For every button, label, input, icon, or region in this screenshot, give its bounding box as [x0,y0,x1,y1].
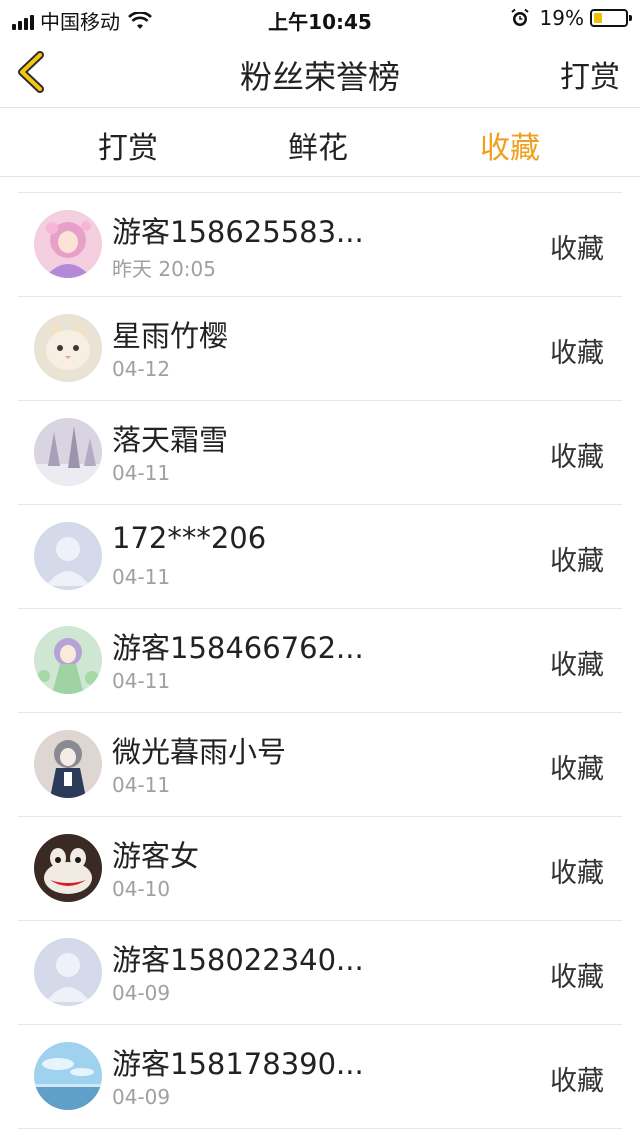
avatar [34,210,102,278]
fan-date: 04-11 [112,461,171,485]
fan-name: 172***206 [112,521,267,555]
fan-date: 昨天 20:05 [112,257,216,281]
list-item[interactable]: 微光暮雨小号 04-11 收藏 [18,713,622,817]
fan-name: 游客158466762... [112,631,364,665]
list-item[interactable]: 游客158022340... 04-09 收藏 [18,921,622,1025]
action-tag: 收藏 [550,754,604,785]
action-tag: 收藏 [550,546,604,577]
avatar [34,1042,102,1110]
kitten-icon [34,314,102,382]
action-tag: 收藏 [550,338,604,369]
avatar [34,418,102,486]
tab-flowers[interactable]: 鲜花 [248,123,388,167]
avatar [34,626,102,694]
status-right: 19% [510,6,632,30]
avatar [34,834,102,902]
anime-girl-green-icon [34,626,102,694]
fan-date: 04-10 [112,877,171,901]
list-item[interactable]: 172***206 04-11 收藏 [18,505,622,609]
list-item[interactable]: 游客158466762... 04-11 收藏 [18,609,622,713]
fan-name: 星雨竹樱 [112,319,229,353]
anime-girl-pink-icon [34,210,102,278]
avatar [34,938,102,1006]
sky-landscape-icon [34,1042,102,1110]
fan-name: 游客女 [112,839,200,873]
status-bar: 中国移动 上午10:45 19% [0,0,640,36]
default-user-icon [34,938,102,1006]
action-tag: 收藏 [550,234,604,265]
action-tag: 收藏 [550,1066,604,1097]
action-tag: 收藏 [550,858,604,889]
fan-date: 04-11 [112,565,171,589]
fan-date: 04-11 [112,773,171,797]
nav-bar: 粉丝荣誉榜 打赏 [0,36,640,108]
fan-name: 游客158625583... [112,215,364,249]
default-user-icon [34,522,102,590]
list-item[interactable]: 星雨竹樱 04-12 收藏 [18,297,622,401]
action-tag: 收藏 [550,442,604,473]
action-tag: 收藏 [550,962,604,993]
fan-name: 微光暮雨小号 [112,735,287,769]
fan-name: 落天霜雪 [112,423,229,457]
fan-name: 游客158022340... [112,943,364,977]
action-tag: 收藏 [550,650,604,681]
tab-favorites[interactable]: 收藏 [440,123,580,167]
monkey-face-icon [34,834,102,902]
battery-icon [590,9,632,27]
list-item[interactable]: 游客158178390... 04-09 收藏 [18,1025,622,1129]
list-item[interactable]: 游客158625583... 昨天 20:05 收藏 [18,193,622,297]
avatar [34,730,102,798]
fan-date: 04-12 [112,357,171,381]
avatar [34,314,102,382]
tab-reward[interactable]: 打赏 [58,123,198,167]
fan-date: 04-09 [112,1085,171,1109]
anime-girl-dark-icon [34,730,102,798]
page-title: 粉丝荣誉榜 [239,58,400,96]
alarm-icon [510,8,529,26]
tab-bar: 打赏 鲜花 收藏 [0,109,640,177]
fan-list: 游客158625583... 昨天 20:05 收藏 星雨竹樱 04-12 收藏 [18,192,622,1129]
list-item[interactable]: 落天霜雪 04-11 收藏 [18,401,622,505]
list-item[interactable]: 游客女 04-10 收藏 [18,817,622,921]
avatar [34,522,102,590]
fan-name: 游客158178390... [112,1047,364,1081]
fan-date: 04-09 [112,981,171,1005]
snowy-trees-icon [34,418,102,486]
battery-percent: 19% [539,6,584,30]
fan-date: 04-11 [112,669,171,693]
reward-button[interactable]: 打赏 [560,52,620,96]
